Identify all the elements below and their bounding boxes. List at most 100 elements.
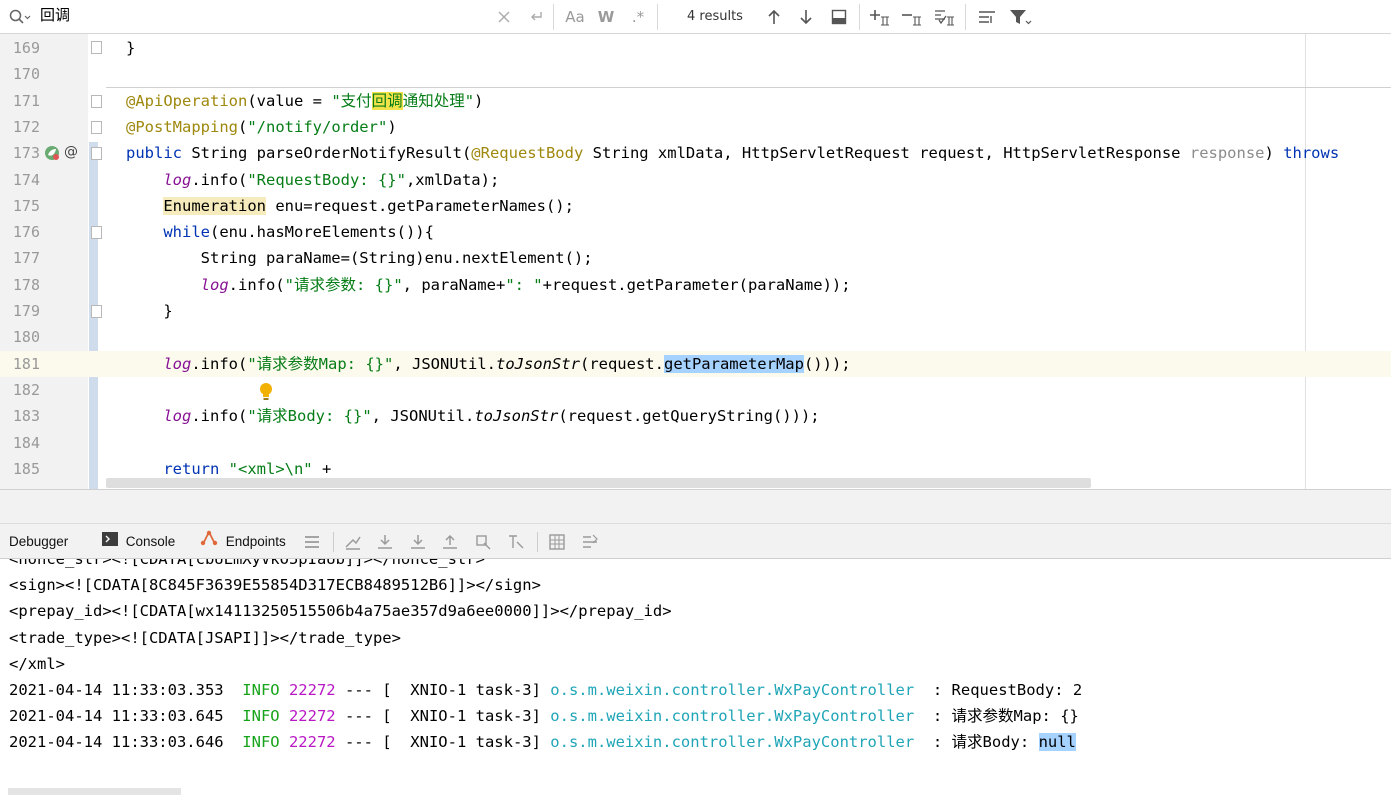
console-line: <prepay_id><![CDATA[wx14113250515506b4a7… [9, 598, 672, 624]
code-line[interactable]: 175 Enumeration enu=request.getParameter… [0, 193, 1391, 219]
line-number: 181 [12, 354, 40, 373]
console-token: o.s.m.weixin.controller.WxPayController [550, 707, 915, 726]
code-line[interactable]: 170 [0, 61, 1391, 87]
close-icon[interactable] [494, 0, 514, 34]
regex-toggle[interactable]: .* [626, 0, 650, 34]
code-line[interactable]: 181 log.info("请求参数Map: {}", JSONUtil.toJ… [0, 350, 1391, 377]
fold-marker[interactable] [91, 121, 102, 134]
console-token [280, 733, 289, 751]
annotation-marker-icon[interactable]: @ [64, 143, 82, 161]
code-token: } [126, 39, 136, 57]
code-line[interactable]: 178 log.info("请求参数: {}", paraName+": "+r… [0, 272, 1391, 298]
code-token: @ApiOperation [126, 91, 248, 110]
fold-marker[interactable] [91, 95, 102, 108]
code-token: while [163, 223, 210, 242]
fold-marker[interactable] [91, 305, 102, 318]
editor-horizontal-scrollbar[interactable] [106, 478, 1091, 488]
line-number: 177 [12, 249, 40, 268]
console-token: null [1038, 733, 1076, 752]
code-line[interactable]: 182 [0, 377, 1391, 403]
console-token: </xml> [9, 654, 65, 673]
code-text: @ApiOperation(value = "支付回调通知处理") [126, 88, 483, 114]
code-editor[interactable]: 169} 170 171 @ApiOperation(value = "支付回调通知处… [0, 34, 1391, 489]
code-token: ,xmlData); [405, 170, 500, 189]
whole-words-toggle[interactable]: W [594, 0, 618, 34]
add-occurrence-icon[interactable] [868, 0, 892, 34]
fold-marker[interactable] [91, 147, 102, 160]
line-number: 178 [12, 275, 40, 294]
line-number: 175 [12, 196, 40, 215]
console-token: : 请求参数Map: {} [914, 707, 1079, 726]
separator [537, 532, 538, 552]
code-line[interactable]: 173 public String parseOrderNotifyResult(… [0, 140, 1391, 166]
code-line[interactable]: 176 while(enu.hasMoreElements()){ [0, 219, 1391, 245]
arrow-down-icon[interactable] [795, 0, 817, 34]
console-token: <sign><![CDATA[8C845F3639E55854D317ECB84… [9, 576, 541, 595]
code-text: String paraName=(String)enu.nextElement(… [126, 245, 593, 271]
code-line[interactable]: 183 log.info("请求Body: {}", JSONUtil.toJs… [0, 403, 1391, 429]
code-line[interactable]: 172 @PostMapping("/notify/order") [0, 114, 1391, 140]
code-line[interactable]: 171 @ApiOperation(value = "支付回调通知处理") [0, 88, 1391, 114]
filter-icon[interactable] [1008, 0, 1034, 34]
drop-frame-icon[interactable] [474, 533, 492, 551]
console-line: </xml> [9, 651, 65, 677]
code-token: String xmlData, HttpServletRequest reque… [583, 144, 1190, 163]
code-line[interactable]: 179 } [0, 298, 1391, 324]
match-case-toggle[interactable]: Aa [562, 0, 588, 34]
code-token: ())); [803, 354, 851, 373]
line-number: 176 [12, 223, 40, 242]
step-over-icon[interactable] [376, 533, 394, 551]
code-text: Enumeration enu=request.getParameterName… [126, 193, 574, 219]
arrow-up-icon[interactable] [763, 0, 785, 34]
code-token: toJsonStr [474, 407, 559, 426]
console-output[interactable]: <nonce_str><![CDATA[cbULmXyVkO5pIaUb]]><… [0, 559, 1391, 795]
code-line[interactable]: 180 [0, 324, 1391, 350]
evaluate-expression-icon[interactable] [548, 533, 566, 551]
code-token: (request. [579, 354, 664, 373]
code-line[interactable]: 177 String paraName=(String)enu.nextElem… [0, 245, 1391, 271]
code-line[interactable]: 184 [0, 430, 1391, 456]
separator [965, 4, 966, 30]
code-token: "请求参数: {}" [284, 275, 403, 294]
tab-debugger[interactable]: Debugger [9, 524, 68, 560]
code-token: Enumeration [163, 196, 266, 215]
code-token: "<xml>\n" [228, 459, 322, 478]
fold-marker[interactable] [91, 41, 102, 54]
show-execution-point-icon[interactable] [344, 533, 362, 551]
menu-icon[interactable] [303, 533, 321, 551]
code-token: 回调 [371, 91, 403, 110]
search-input[interactable]: 回调 [40, 0, 70, 34]
run-to-cursor-icon[interactable] [507, 533, 525, 551]
select-all-occurrences-icon[interactable] [828, 0, 850, 34]
console-token: --- [ XNIO-1 task-3] [335, 681, 551, 699]
line-number: 184 [12, 433, 40, 452]
code-token: (request.getQueryString())); [558, 407, 820, 426]
remove-occurrence-icon[interactable] [900, 0, 924, 34]
search-in-selection-icon[interactable] [975, 0, 999, 34]
spring-bean-icon[interactable] [44, 145, 60, 161]
tab-endpoints-label: Endpoints [225, 534, 286, 549]
step-out-icon[interactable] [441, 533, 459, 551]
trace-current-stream-icon[interactable] [581, 533, 599, 551]
select-all-matches-icon[interactable] [932, 0, 956, 34]
console-token: : 请求Body: [914, 733, 1039, 752]
step-into-icon[interactable] [409, 533, 427, 551]
line-number: 179 [12, 302, 40, 320]
code-line[interactable]: 174 log.info("RequestBody: {}",xmlData); [0, 167, 1391, 193]
history-icon[interactable] [525, 0, 547, 34]
search-icon[interactable] [6, 0, 34, 34]
separator [553, 4, 554, 30]
code-token: ) [387, 117, 397, 136]
console-horizontal-scrollbar[interactable] [8, 788, 181, 795]
console-token: INFO [242, 681, 280, 699]
code-line[interactable]: 169} [0, 35, 1391, 61]
lightbulb-icon[interactable] [258, 382, 274, 402]
fold-marker[interactable] [91, 226, 102, 239]
tab-endpoints[interactable]: Endpoints [200, 524, 286, 560]
console-token: o.s.m.weixin.controller.WxPayController [550, 733, 915, 752]
tab-console[interactable]: Console [102, 524, 175, 560]
